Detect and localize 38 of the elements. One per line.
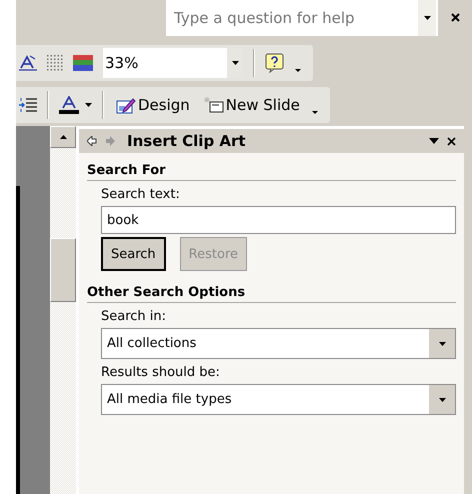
caret-icon	[424, 16, 430, 20]
scroll-thumb[interactable]	[50, 238, 76, 302]
chevron-icon[interactable]	[295, 69, 301, 73]
help-icon[interactable]	[265, 53, 285, 73]
text-style-icon[interactable]	[19, 55, 37, 71]
zoom-dropdown[interactable]: 33%	[103, 48, 243, 78]
new-slide-button[interactable]: New Slide	[202, 94, 302, 116]
close-icon[interactable]	[451, 13, 460, 22]
caret-icon	[232, 61, 238, 65]
section-heading: Other Search Options	[87, 285, 456, 303]
caret-icon	[85, 103, 92, 107]
scroll-up-button[interactable]	[50, 126, 76, 148]
field-label: Search text:	[101, 187, 181, 202]
font-color-icon[interactable]	[59, 96, 79, 114]
section-heading: Search For	[87, 163, 456, 181]
new-slide-icon	[204, 97, 224, 113]
chevron-icon[interactable]	[312, 111, 318, 115]
pane-title: Insert Clip Art	[127, 132, 247, 150]
indent-icon[interactable]	[19, 97, 37, 113]
help-dropdown-button[interactable]	[418, 0, 438, 36]
field-label: Search in:	[101, 309, 168, 324]
dropdown[interactable]: All collections	[101, 328, 456, 359]
caret-icon	[438, 398, 446, 402]
up-arrow-icon	[60, 135, 66, 139]
dropdown[interactable]: All media file types	[101, 384, 456, 415]
close-icon[interactable]	[447, 136, 456, 146]
search-button[interactable]: Search	[101, 237, 166, 271]
color-bars-icon[interactable]	[73, 55, 93, 71]
help-field[interactable]: Type a question for help	[166, 0, 418, 36]
caret-icon	[438, 342, 446, 346]
grid-icon[interactable]	[47, 55, 63, 71]
pane-menu-icon[interactable]	[429, 138, 439, 144]
pencil-sheet-icon	[116, 96, 136, 114]
scrollbar[interactable]	[50, 126, 76, 494]
back-icon[interactable]	[87, 136, 97, 146]
search-field[interactable]: book	[101, 206, 456, 234]
design-button[interactable]: Design	[114, 94, 192, 116]
field-label: Results should be:	[101, 365, 221, 380]
